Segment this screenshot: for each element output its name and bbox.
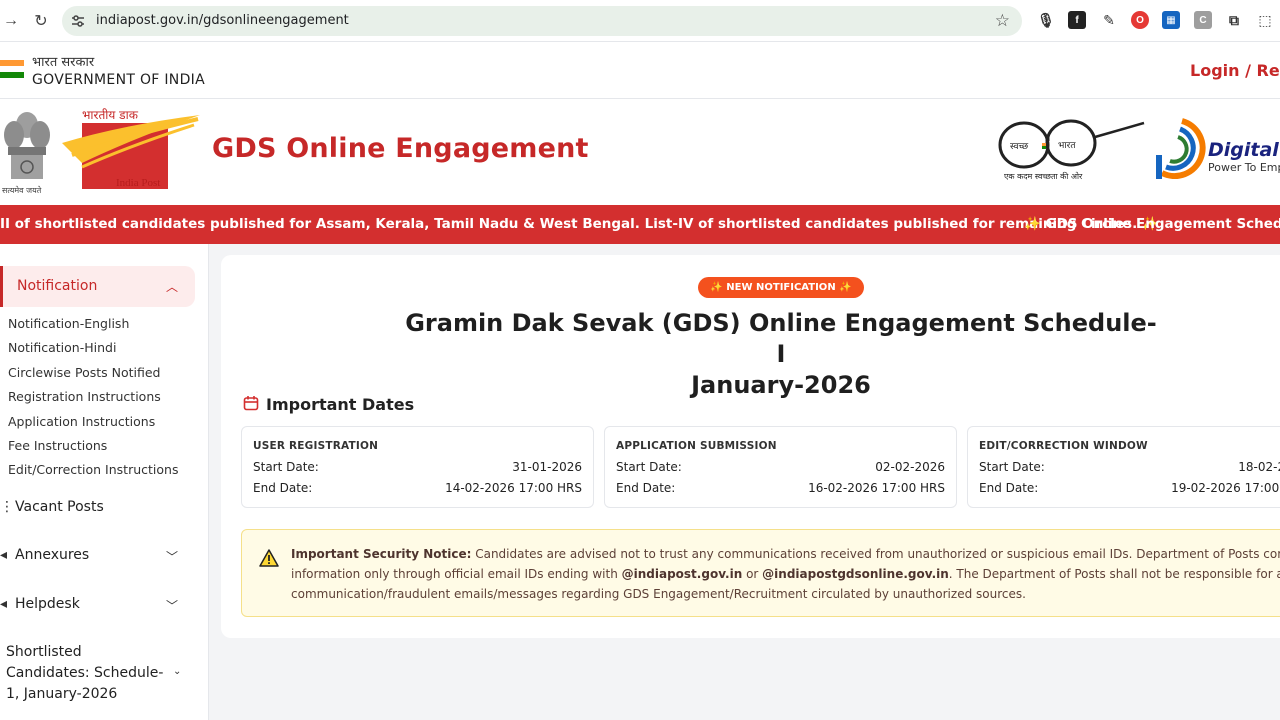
date-card-title: EDIT/CORRECTION WINDOW <box>979 440 1148 452</box>
security-notice-line-2c: . The Department of Posts shall not be r… <box>948 567 1280 581</box>
security-notice-label: Important Security Notice: <box>291 547 472 561</box>
sidebar-subitem-registration-instructions[interactable]: Registration Instructions <box>8 389 161 404</box>
site-title: GDS Online Engagement <box>212 133 589 164</box>
ticker-item[interactable]: II of shortlisted candidates published f… <box>0 216 1159 232</box>
logo-band: सत्यमेव जयते भारतीय डाक India Post GDS O… <box>0 99 1280 205</box>
warning-icon <box>259 549 279 567</box>
page-title-line-1: Gramin Dak Sevak (GDS) Online Engagement… <box>405 309 1157 368</box>
sidebar-item-label: Helpdesk <box>15 596 80 612</box>
gov-english-label: GOVERNMENT OF INDIA <box>32 72 205 88</box>
swachh-caption: एक कदम स्वच्छता की ओर <box>1004 172 1083 181</box>
browser-toolbar: → ↻ indiapost.gov.in/gdsonlineengagement… <box>0 0 1280 42</box>
official-email-2: @indiapostgdsonline.gov.in <box>762 567 949 581</box>
ticker-item[interactable]: ✨ GDS Online Engagement Schedule-I, Ja <box>1024 216 1280 232</box>
end-date-label: End Date: <box>253 481 313 495</box>
gov-hindi-label: भारत सरकार <box>32 55 95 70</box>
copy-icon[interactable]: ⧉ <box>1225 11 1243 29</box>
sidebar-item-label: Annexures <box>15 547 90 563</box>
india-post-hindi-text: भारतीय डाक <box>82 108 139 122</box>
end-date-value: 16-02-2026 17:00 HRS <box>808 481 945 495</box>
sidebar-item-label: Notification <box>17 278 98 294</box>
opera-icon[interactable]: O <box>1131 11 1149 29</box>
date-card-title: USER REGISTRATION <box>253 440 379 452</box>
security-notice-text: Important Security Notice: Candidates ar… <box>291 544 1280 604</box>
emblem-caption: सत्यमेव जयते <box>2 186 42 195</box>
security-notice-line-3: communication/fraudulent emails/messages… <box>291 587 1026 601</box>
important-dates-label: Important Dates <box>266 395 415 414</box>
gov-header: भारत सरकार GOVERNMENT OF INDIA Login / R… <box>0 42 1280 99</box>
india-flag-icon <box>0 60 24 78</box>
annexure-icon: ◂ <box>0 547 8 563</box>
sidebar-subitem-notification-hindi[interactable]: Notification-Hindi <box>8 340 116 355</box>
national-emblem-logo <box>4 112 50 179</box>
active-indicator <box>0 266 3 307</box>
date-card-edit-correction-window: EDIT/CORRECTION WINDOW Start Date: 18-02… <box>967 426 1280 508</box>
security-notice-line-2b: or <box>742 567 763 581</box>
start-date-label: Start Date: <box>616 460 682 474</box>
start-date-label: Start Date: <box>253 460 319 474</box>
digital-india-mark-icon <box>1156 118 1206 180</box>
page-title-line-2: January-2026 <box>691 371 871 399</box>
official-email-1: @indiapost.gov.in <box>621 567 743 581</box>
puzzle-icon[interactable]: ⬚ <box>1256 11 1274 29</box>
sidebar-subitem-application-instructions[interactable]: Application Instructions <box>8 414 155 429</box>
extension-icon[interactable]: f <box>1068 11 1086 29</box>
security-notice: Important Security Notice: Candidates ar… <box>241 529 1280 617</box>
news-ticker[interactable]: II of shortlisted candidates published f… <box>0 205 1280 244</box>
site-settings-icon[interactable] <box>70 13 86 29</box>
end-date-value: 14-02-2026 17:00 HRS <box>445 481 582 495</box>
end-date-value: 19-02-2026 17:00 HRS <box>1171 481 1280 495</box>
security-notice-line-1: Candidates are advised not to trust any … <box>471 547 1280 561</box>
end-date-label: End Date: <box>616 481 676 495</box>
start-date-label: Start Date: <box>979 460 1045 474</box>
security-notice-line-2a: information only through official email … <box>291 567 622 581</box>
sidebar-item-shortlisted-candidates[interactable]: Shortlisted Candidates: Schedule-1, Janu… <box>6 642 166 705</box>
date-card-title: APPLICATION SUBMISSION <box>616 440 777 452</box>
bookmark-star-icon[interactable]: ☆ <box>995 11 1010 31</box>
date-card-user-registration: USER REGISTRATION Start Date: 31-01-2026… <box>241 426 594 508</box>
start-date-value: 18-02-2026 <box>1238 460 1280 474</box>
login-register-link[interactable]: Login / Regi <box>1190 61 1280 80</box>
end-date-label: End Date: <box>979 481 1039 495</box>
start-date-value: 02-02-2026 <box>875 460 945 474</box>
chevron-down-icon[interactable]: ⌄ <box>173 666 181 677</box>
eyedropper-icon[interactable]: ✎ <box>1100 11 1118 29</box>
chevron-down-icon: ﹀ <box>166 599 179 613</box>
digital-india-subtitle: Power To Emp <box>1208 161 1280 174</box>
swachh-right-text: भारत <box>1058 141 1076 151</box>
swachh-left-text: स्वच्छ <box>1010 142 1029 152</box>
grid-extension-icon[interactable]: ▦ <box>1162 11 1180 29</box>
page-title: Gramin Dak Sevak (GDS) Online Engagement… <box>401 308 1161 401</box>
digital-india-title: Digital In <box>1208 139 1280 161</box>
calendar-icon <box>243 396 259 411</box>
date-card-application-submission: APPLICATION SUBMISSION Start Date: 02-02… <box>604 426 957 508</box>
list-icon: ⋮ <box>0 499 14 515</box>
forward-icon[interactable]: → <box>0 10 22 32</box>
address-bar[interactable]: indiapost.gov.in/gdsonlineengagement ☆ <box>62 6 1022 36</box>
url-text[interactable]: indiapost.gov.in/gdsonlineengagement <box>96 13 349 28</box>
chevron-up-icon: ︿ <box>166 280 179 294</box>
sidebar-item-label: Vacant Posts <box>15 499 104 515</box>
new-notification-badge: ✨ NEW NOTIFICATION ✨ <box>698 277 864 298</box>
start-date-value: 31-01-2026 <box>512 460 582 474</box>
help-icon: ◂ <box>0 596 8 612</box>
sidebar-subitem-edit-correction-instructions[interactable]: Edit/Correction Instructions <box>8 462 178 477</box>
sidebar-subitem-circlewise-posts[interactable]: Circlewise Posts Notified <box>8 365 160 380</box>
sidebar-item-notification[interactable]: Notification ︿ <box>0 266 195 307</box>
c-extension-icon[interactable]: C <box>1194 11 1212 29</box>
chevron-down-icon: ﹀ <box>166 550 179 564</box>
reload-icon[interactable]: ↻ <box>30 10 52 32</box>
digital-india-logo: Digital In Power To Emp <box>1152 117 1280 187</box>
india-post-caption: India Post <box>116 177 161 189</box>
microphone-icon[interactable]: 🎙 <box>1037 11 1055 29</box>
sidebar-subitem-notification-english[interactable]: Notification-English <box>8 316 129 331</box>
sidebar-subitem-fee-instructions[interactable]: Fee Instructions <box>8 438 107 453</box>
sidebar: Notification ︿ Notification-English Noti… <box>0 244 209 720</box>
main-card: ✨ NEW NOTIFICATION ✨ Gramin Dak Sevak (G… <box>221 255 1280 638</box>
